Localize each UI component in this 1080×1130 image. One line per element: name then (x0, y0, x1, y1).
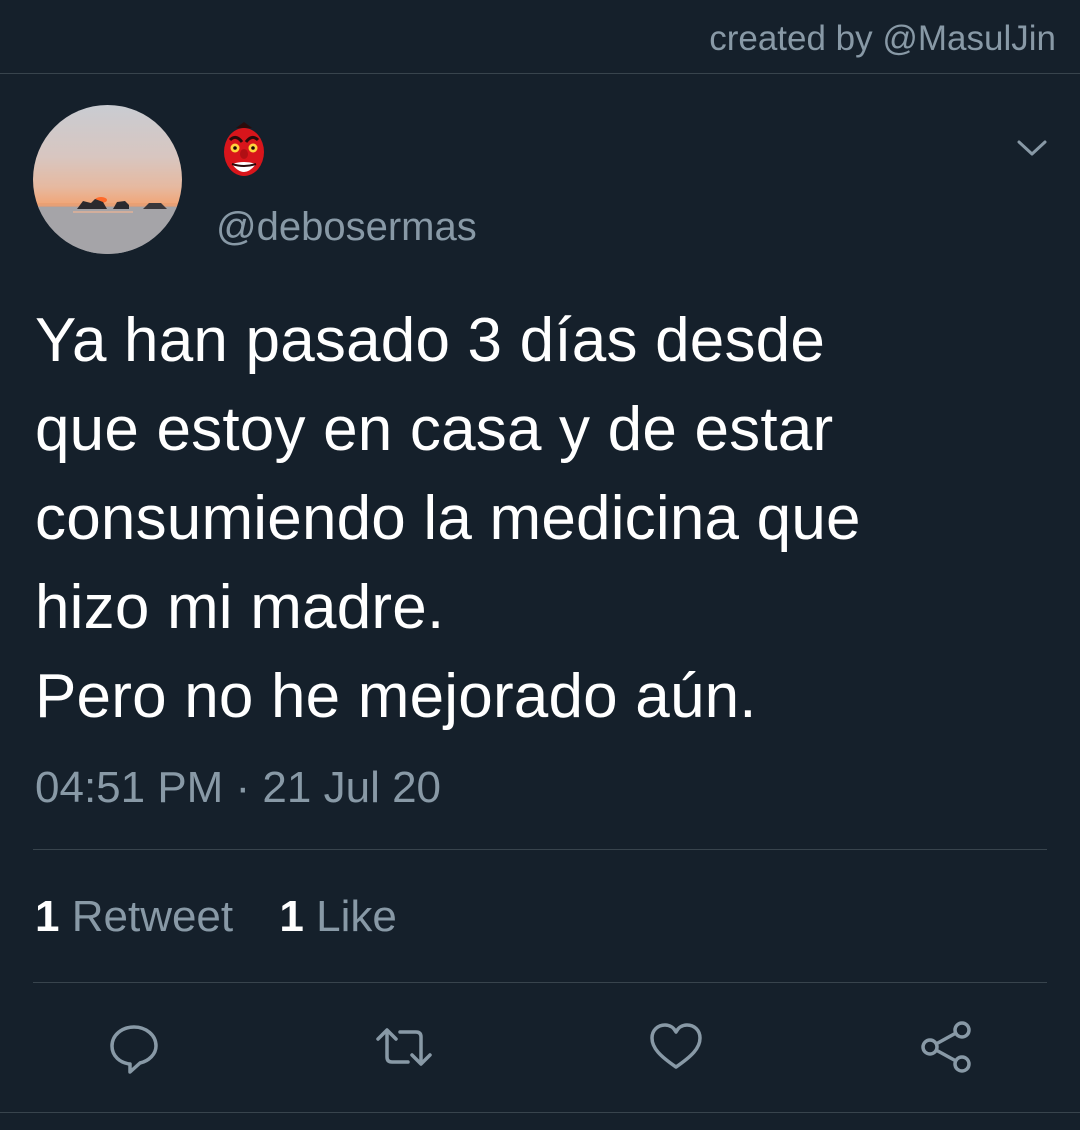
avatar[interactable] (33, 105, 182, 254)
like-label: Like (316, 892, 397, 941)
retweet-button[interactable] (374, 1017, 434, 1077)
tweet-text: Ya han pasado 3 días desde que estoy en … (35, 306, 861, 731)
author-username[interactable]: @debosermas (216, 203, 477, 251)
like-icon (650, 1023, 702, 1069)
retweet-label: Retweet (71, 892, 234, 941)
share-button[interactable] (916, 1017, 976, 1077)
like-stat[interactable]: 1 Like (279, 891, 396, 943)
like-count: 1 (279, 892, 304, 941)
sunset-photo-avatar (33, 105, 182, 254)
credit-bar: created by @MasulJin (0, 0, 1080, 74)
share-icon (921, 1021, 971, 1073)
retweet-stat[interactable]: 1 Retweet (35, 891, 233, 943)
divider (33, 982, 1047, 983)
divider (33, 849, 1047, 850)
chevron-down-icon[interactable] (1012, 130, 1052, 164)
retweet-icon (376, 1028, 432, 1066)
like-button[interactable] (646, 1017, 706, 1077)
tengu-mask-emoji (218, 122, 270, 178)
creator-credit: created by @MasulJin (709, 19, 1056, 58)
tweet-stats: 1 Retweet 1 Like (35, 891, 397, 943)
divider (0, 1112, 1080, 1113)
retweet-count: 1 (35, 892, 60, 941)
reply-icon (110, 1025, 158, 1074)
tweet-timestamp[interactable]: 04:51 PM · 21 Jul 20 (35, 762, 441, 814)
reply-button[interactable] (104, 1017, 164, 1077)
